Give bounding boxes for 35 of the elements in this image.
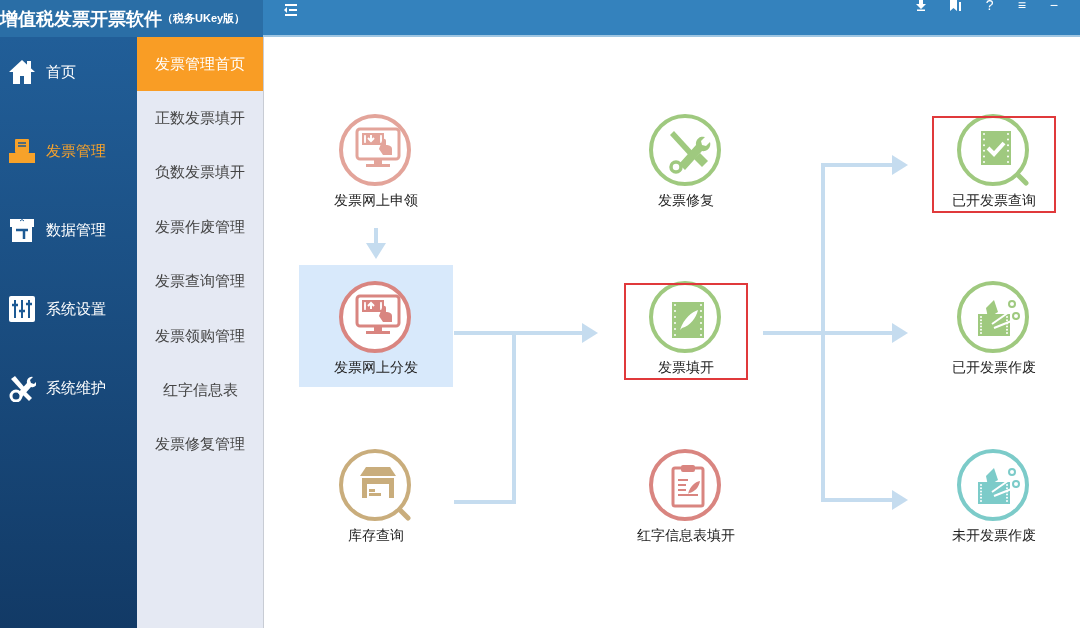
nav-item[interactable]: 系统设置 (0, 294, 137, 324)
download-icon[interactable] (915, 0, 926, 11)
nav-item[interactable]: 系统维护 (0, 373, 137, 403)
submenu-item[interactable]: 发票查询管理 (137, 254, 263, 309)
node-label[interactable]: 库存查询 (348, 527, 404, 545)
nav-item[interactable]: 数据管理 (0, 215, 137, 245)
app-edition: （税务UKey版） (162, 11, 246, 26)
node-label[interactable]: 红字信息表填开 (637, 527, 735, 545)
app-title: 增值税发票开票软件 (0, 7, 162, 31)
tools-icon (8, 374, 36, 402)
nav-item[interactable]: 首页 (0, 57, 137, 87)
submenu-item[interactable]: 正数发票填开 (137, 91, 263, 146)
sliders-icon (8, 295, 36, 323)
toolbar-button[interactable]: ≡ (1017, 0, 1026, 12)
data-icon (8, 216, 36, 244)
arrow (366, 228, 386, 259)
toolbar-button[interactable]: − (1049, 0, 1058, 12)
node-label[interactable]: 发票修复 (658, 192, 714, 210)
nav-item[interactable]: 发票管理 (0, 136, 137, 166)
node-label[interactable]: 发票填开 (658, 359, 714, 377)
submenu-item[interactable]: 发票修复管理 (137, 417, 263, 473)
submenu-item[interactable]: 发票领购管理 (137, 308, 263, 364)
node-label[interactable]: 发票网上申领 (334, 192, 418, 210)
node-label[interactable]: 未开发票作废 (952, 527, 1036, 545)
submenu-item[interactable]: 发票作废管理 (137, 200, 263, 255)
node-label[interactable]: 已开发票查询 (952, 192, 1036, 210)
tray-icon (8, 137, 36, 165)
menu-collapse-icon[interactable] (284, 3, 298, 16)
node-label[interactable]: 已开发票作废 (952, 359, 1036, 377)
submenu-item[interactable]: 红字信息表 (137, 363, 263, 418)
toolbar-button[interactable]: ? (985, 0, 994, 12)
node-label[interactable]: 发票网上分发 (334, 359, 418, 377)
home-icon (8, 58, 36, 86)
submenu-item[interactable]: 负数发票填开 (137, 145, 263, 201)
bookmark-icon[interactable] (949, 0, 962, 11)
